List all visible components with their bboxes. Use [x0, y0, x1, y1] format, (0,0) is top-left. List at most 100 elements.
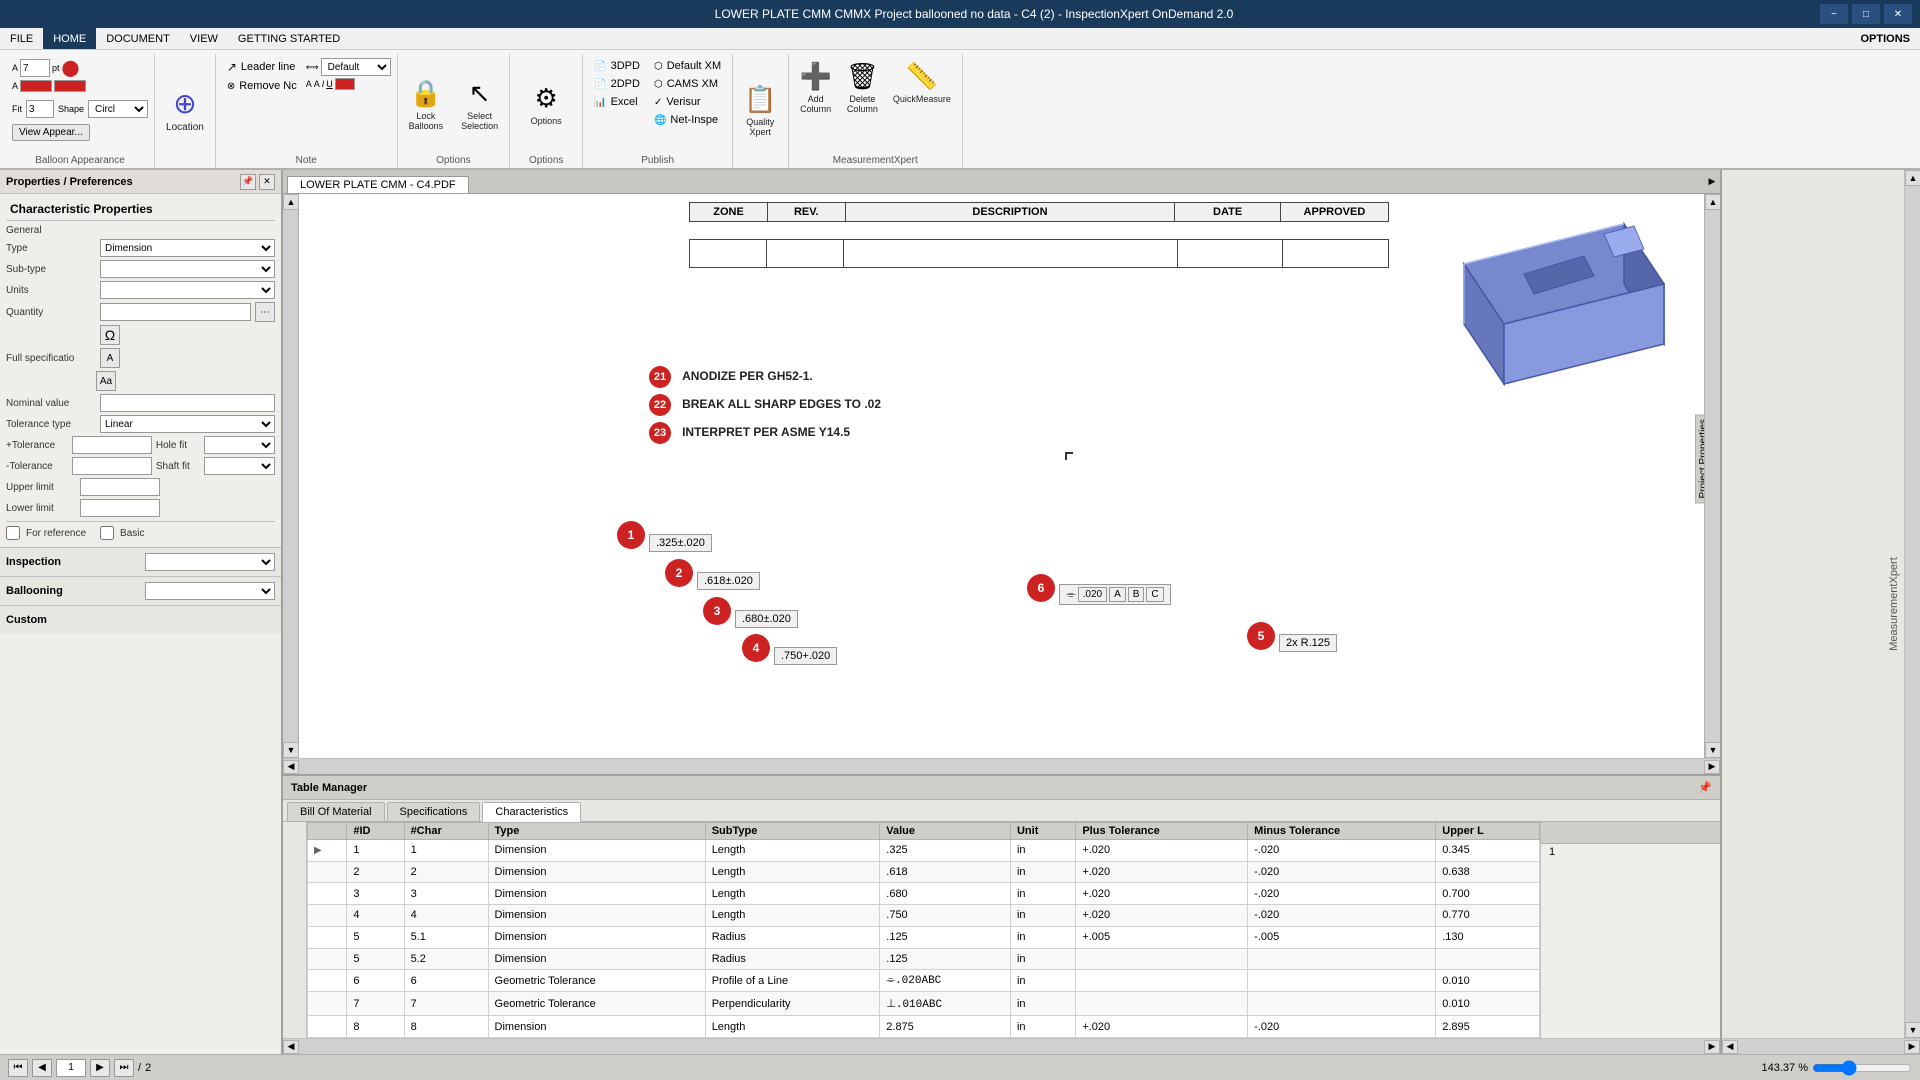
menu-getting-started[interactable]: GETTING STARTED [228, 28, 350, 49]
menu-document[interactable]: DOCUMENT [96, 28, 180, 49]
hscroll-left-btn[interactable]: ◀ [283, 760, 299, 774]
tab-bill-of-material[interactable]: Bill Of Material [287, 802, 385, 821]
location-button[interactable]: ⊕ Location [161, 84, 209, 136]
inspection-select[interactable] [145, 553, 275, 571]
table-row[interactable]: 77Geometric TolerancePerpendicularity⊥.0… [308, 991, 1540, 1015]
row-expand-arrow[interactable] [308, 905, 347, 927]
leader-line-button[interactable]: ↗ Leader line [222, 58, 302, 76]
last-page-btn[interactable]: ⏭ [114, 1059, 134, 1077]
row-expand-arrow[interactable] [308, 883, 347, 905]
menu-view[interactable]: VIEW [180, 28, 228, 49]
default-select[interactable]: Default [321, 58, 391, 76]
scroll-up-btn[interactable]: ▲ [283, 194, 299, 210]
col-header-subtype[interactable]: SubType [705, 823, 880, 840]
quantity-input[interactable] [100, 303, 251, 321]
tab-specifications[interactable]: Specifications [387, 802, 481, 821]
row-expand-arrow[interactable] [308, 861, 347, 883]
menu-options[interactable]: OPTIONS [1850, 28, 1920, 49]
table-hscroll-right[interactable]: ▶ [1704, 1040, 1720, 1054]
net-inspe-button[interactable]: 🌐 Net-Inspe [649, 112, 726, 128]
remove-nc-button[interactable]: ⊗ Remove Nc [222, 78, 302, 94]
lock-balloons-button[interactable]: 🔒 LockBalloons [404, 75, 449, 134]
default-xm-button[interactable]: ⬡ Default XM [649, 58, 726, 74]
table-row[interactable]: 55.2DimensionRadius.125in [308, 948, 1540, 970]
nominal-input[interactable] [100, 394, 275, 412]
publish-excel-button[interactable]: 📊 Excel [589, 94, 645, 110]
quickmeasure-button[interactable]: 📏 QuickMeasure [888, 58, 956, 107]
table-hscroll-left[interactable]: ◀ [283, 1040, 299, 1054]
plus-tol-input[interactable] [72, 436, 152, 454]
subtype-select[interactable] [100, 260, 275, 278]
color-swatch-2[interactable] [54, 80, 86, 92]
row-expand-arrow[interactable] [308, 926, 347, 948]
rbscroll-left[interactable]: ◀ [1722, 1040, 1738, 1054]
omega-button[interactable]: Ω [100, 325, 120, 345]
balloon-4[interactable]: 4 [742, 634, 770, 662]
hole-fit-select[interactable] [204, 436, 275, 454]
col-header-upper[interactable]: Upper L [1436, 823, 1540, 840]
verisur-button[interactable]: ✓ Verisur [649, 94, 726, 110]
col-header-minus-tol[interactable]: Minus Tolerance [1248, 823, 1436, 840]
menu-file[interactable]: FILE [0, 28, 43, 49]
prev-page-btn[interactable]: ◀ [32, 1059, 52, 1077]
ballooning-select[interactable] [145, 582, 275, 600]
table-row[interactable]: 88DimensionLength2.875in+.020-.0202.895 [308, 1016, 1540, 1038]
col-header-unit[interactable]: Unit [1010, 823, 1075, 840]
menu-home[interactable]: HOME [43, 28, 96, 49]
view-appearance-button[interactable]: View Appear... [12, 124, 90, 141]
quantity-btn[interactable]: ⋯ [255, 302, 275, 322]
balloon-5[interactable]: 5 [1247, 622, 1275, 650]
minimize-button[interactable]: − [1820, 4, 1848, 24]
table-row[interactable]: ▶11DimensionLength.325in+.020-.0200.345 [308, 840, 1540, 862]
balloon-2[interactable]: 2 [665, 559, 693, 587]
table-row[interactable]: 55.1DimensionRadius.125in+.005-.005.130 [308, 926, 1540, 948]
table-row[interactable]: 44DimensionLength.750in+.020-.0200.770 [308, 905, 1540, 927]
pdf-canvas[interactable]: ▲ ▼ ▲ ▼ Project Properties ZONE REV. [283, 194, 1720, 758]
balloon-23[interactable]: 23 [649, 422, 671, 444]
maximize-button[interactable]: □ [1852, 4, 1880, 24]
rbscroll-right[interactable]: ▶ [1904, 1040, 1920, 1054]
shaft-fit-select[interactable] [204, 457, 275, 475]
scroll-right-up-btn[interactable]: ▲ [1705, 194, 1720, 210]
rvscroll-up[interactable]: ▲ [1905, 170, 1920, 186]
delete-column-button[interactable]: 🗑 DeleteColumn [841, 58, 884, 117]
table-hscroll[interactable]: ◀ ▶ [283, 1038, 1720, 1054]
balloon-3[interactable]: 3 [703, 597, 731, 625]
shape-select[interactable]: Circl [88, 100, 148, 118]
note-color-swatch[interactable] [335, 78, 355, 90]
cams-xm-button[interactable]: ⬡ CAMS XM [649, 76, 726, 92]
scroll-right-down-btn[interactable]: ▼ [1705, 742, 1720, 758]
zoom-slider[interactable] [1812, 1060, 1912, 1076]
rvscroll-down[interactable]: ▼ [1905, 1022, 1920, 1038]
lower-limit-input[interactable] [80, 499, 160, 517]
col-header-plus-tol[interactable]: Plus Tolerance [1076, 823, 1248, 840]
inspection-header[interactable]: Inspection [0, 548, 281, 576]
col-header-char[interactable]: #Char [404, 823, 488, 840]
ballooning-header[interactable]: Ballooning [0, 577, 281, 605]
for-reference-checkbox[interactable] [6, 526, 20, 540]
page-input[interactable]: 1 [56, 1059, 86, 1077]
type-select[interactable]: Dimension [100, 239, 275, 257]
row-expand-arrow[interactable]: ▶ [308, 840, 347, 862]
panel-pin-button[interactable]: 📌 [240, 174, 256, 190]
row-expand-arrow[interactable] [308, 1016, 347, 1038]
tab-characteristics[interactable]: Characteristics [482, 802, 581, 822]
publish-2dpd-button[interactable]: 📄 2DPD [589, 76, 645, 92]
table-row[interactable]: 22DimensionLength.618in+.020-.0200.638 [308, 861, 1540, 883]
add-column-button[interactable]: ➕ AddColumn [795, 58, 837, 117]
balloon-1[interactable]: 1 [617, 521, 645, 549]
full-spec-btn[interactable]: A [100, 348, 120, 368]
minus-tol-input[interactable] [72, 457, 152, 475]
right-bottom-scroll[interactable]: ◀ ▶ [1722, 1038, 1920, 1054]
table-row[interactable]: 33DimensionLength.680in+.020-.0200.700 [308, 883, 1540, 905]
fit-input[interactable] [26, 100, 54, 118]
aa-button[interactable]: Aa [96, 371, 116, 391]
units-select[interactable] [100, 281, 275, 299]
publish-3dpd-button[interactable]: 📄 3DPD [589, 58, 645, 74]
right-vscroll[interactable]: ▲ ▼ [1904, 170, 1920, 1038]
right-scrollbar[interactable]: ▲ ▼ [1704, 194, 1720, 758]
left-scrollbar[interactable]: ▲ ▼ [283, 194, 299, 758]
scroll-down-btn[interactable]: ▼ [283, 742, 299, 758]
select-button[interactable]: ↖ SelectSelection [456, 75, 503, 134]
col-header-id[interactable]: #ID [347, 823, 404, 840]
